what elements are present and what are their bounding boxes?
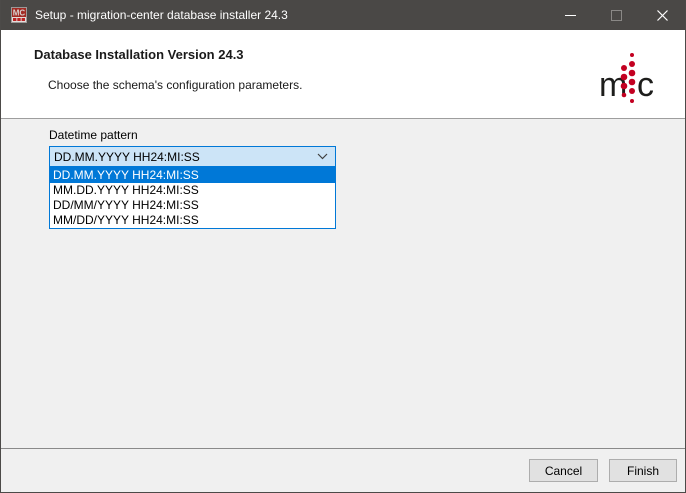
maximize-icon	[611, 10, 622, 21]
combobox-value: DD.MM.YYYY HH24:MI:SS	[50, 150, 317, 164]
chevron-down-icon	[317, 153, 328, 160]
titlebar[interactable]: MC Setup - migration-center database ins…	[1, 0, 685, 30]
svg-text:MC: MC	[13, 9, 26, 18]
installer-window: MC Setup - migration-center database ins…	[0, 0, 686, 493]
dropdown-option[interactable]: DD/MM/YYYY HH24:MI:SS	[50, 198, 335, 213]
wizard-header: Database Installation Version 24.3 Choos…	[1, 30, 685, 119]
page-subtitle: Choose the schema's configuration parame…	[48, 78, 302, 92]
app-icon: MC	[11, 7, 27, 23]
minimize-button[interactable]	[547, 0, 593, 30]
datetime-pattern-label: Datetime pattern	[49, 128, 138, 142]
close-button[interactable]	[639, 0, 685, 30]
datetime-pattern-combobox[interactable]: DD.MM.YYYY HH24:MI:SS	[49, 146, 336, 167]
window-title: Setup - migration-center database instal…	[35, 8, 288, 22]
dropdown-option[interactable]: DD.MM.YYYY HH24:MI:SS	[50, 168, 335, 183]
footer-bar: Cancel Finish	[1, 448, 685, 493]
main-panel: Datetime pattern DD.MM.YYYY HH24:MI:SS D…	[1, 120, 685, 448]
migration-center-logo: m c	[597, 48, 653, 114]
window-controls	[547, 0, 685, 30]
datetime-pattern-dropdown: DD.MM.YYYY HH24:MI:SS MM.DD.YYYY HH24:MI…	[49, 167, 336, 229]
cancel-button[interactable]: Cancel	[529, 459, 598, 482]
maximize-button	[593, 0, 639, 30]
close-icon	[657, 10, 668, 21]
svg-text:c: c	[637, 66, 653, 104]
dropdown-option[interactable]: MM/DD/YYYY HH24:MI:SS	[50, 213, 335, 228]
page-title: Database Installation Version 24.3	[34, 47, 244, 62]
finish-button[interactable]: Finish	[609, 459, 677, 482]
minimize-icon	[565, 15, 576, 16]
dropdown-option[interactable]: MM.DD.YYYY HH24:MI:SS	[50, 183, 335, 198]
